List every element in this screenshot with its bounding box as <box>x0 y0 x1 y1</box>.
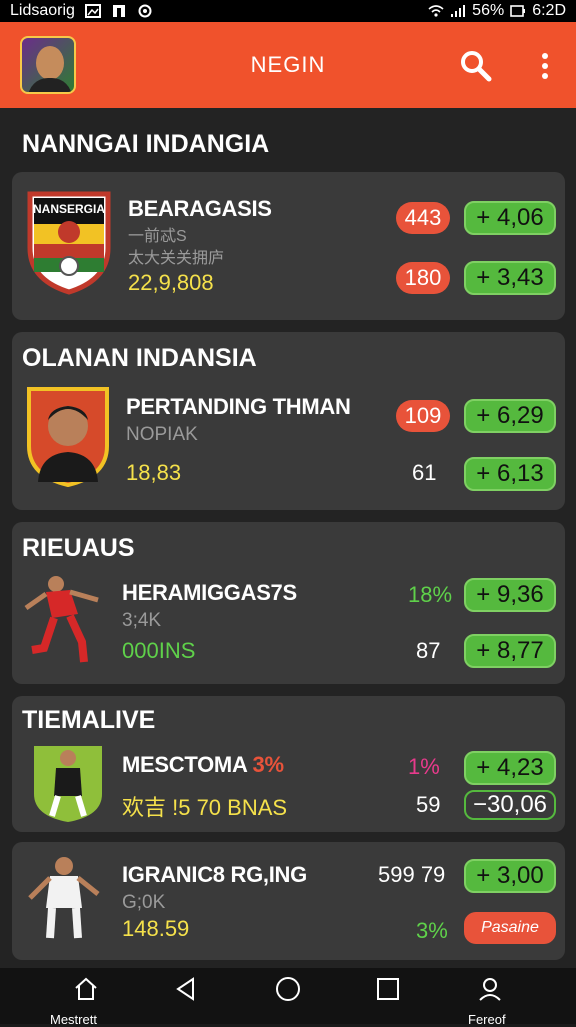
item-value: 000INS <box>122 638 196 663</box>
player-photo <box>28 857 100 939</box>
section-title: NANNGAI INDANGIA <box>22 130 270 158</box>
status-bar: Lidsaorig 56% 6:2D <box>0 0 576 22</box>
item-value: 18,83 <box>126 460 182 485</box>
count-value: 61 <box>412 460 437 485</box>
battery-percent: 56% <box>472 2 505 19</box>
item-name: MESCTOMA 3% <box>122 752 284 778</box>
change-pill[interactable]: + 3,43 <box>464 261 556 295</box>
item-name-percent: 3% <box>252 752 285 777</box>
clock: 6:2D <box>532 2 566 19</box>
section-title: TIEMALIVE <box>22 706 156 734</box>
change-pill[interactable]: + 8,77 <box>464 634 556 668</box>
change-pill[interactable]: + 3,00 <box>464 859 556 893</box>
percent-value: 18% <box>408 582 453 607</box>
item-sub: 一前忒S <box>128 228 187 245</box>
team-crest-icon: NANSERGIA <box>27 191 111 295</box>
search-icon[interactable] <box>458 48 494 84</box>
item-sub-2: 太大关关拥庐 <box>128 250 225 267</box>
profile-icon <box>479 978 501 1001</box>
app-bar: NEGIN <box>0 22 576 108</box>
carrier-label: Lidsaorig <box>10 2 75 19</box>
action-pill-label: Pasaine <box>481 919 539 936</box>
rank-badge: 109 <box>396 400 450 432</box>
image-icon <box>84 4 101 18</box>
signal-icon <box>451 5 466 17</box>
item-sub: G;0K <box>122 892 166 913</box>
change-pill[interactable]: + 6,13 <box>464 457 556 491</box>
change-pill[interactable]: + 6,29 <box>464 399 556 433</box>
main-content: NANNGAI INDANGIA NANSERGIA BEARAGASIS 一前… <box>0 108 576 968</box>
list-item[interactable]: NANSERGIA BEARAGASIS 一前忒S 太大关关拥庐 22,9,80… <box>12 172 565 320</box>
player-photo <box>34 746 102 822</box>
bottom-nav: Mestrett Fereof <box>0 968 576 1027</box>
player-photo <box>24 576 99 663</box>
nav-home-label: Mestrett <box>50 1012 97 1027</box>
crest-text: NANSERGIA <box>33 202 105 216</box>
recent-apps-icon <box>377 978 399 1000</box>
change-pill[interactable]: + 4,23 <box>464 751 556 785</box>
item-name-text: MESCTOMA <box>122 752 247 777</box>
home-circle-icon <box>276 977 300 1001</box>
nav-back[interactable] <box>166 976 206 1016</box>
change-pill[interactable]: + 9,36 <box>464 578 556 612</box>
list-item[interactable]: TIEMALIVE MESCTOMA 3% 欢吉 !5 70 BNAS 1% +… <box>12 696 565 832</box>
count-value: 87 <box>416 638 441 663</box>
home-icon <box>75 977 97 1000</box>
percent-value: 1% <box>408 754 440 779</box>
more-vertical-icon[interactable] <box>530 48 560 84</box>
item-value: 22,9,808 <box>128 270 214 295</box>
item-name: HERAMIGGAS7S <box>122 580 297 605</box>
change-pill-negative[interactable]: −30,06 <box>464 790 556 820</box>
item-value: 欢吉 !5 70 BNAS <box>122 795 288 820</box>
nav-profile[interactable] <box>470 976 510 1016</box>
list-item[interactable]: OLANAN INDANSIA PERTANDING THMAN NOPIAK … <box>12 332 565 510</box>
nav-home-circle[interactable] <box>268 976 308 1016</box>
item-name: IGRANIC8 RG,ING <box>122 862 307 887</box>
change-pill[interactable]: + 4,06 <box>464 201 556 235</box>
item-sub: 3;4K <box>122 610 162 631</box>
notification-icon <box>112 5 125 17</box>
item-value: 148.59 <box>122 916 190 941</box>
nav-home[interactable] <box>66 976 106 1016</box>
percent-value: 3% <box>416 918 448 943</box>
sync-icon <box>138 4 152 18</box>
item-sub: NOPIAK <box>126 424 198 445</box>
count-value: 599 79 <box>378 862 446 887</box>
list-item[interactable]: IGRANIC8 RG,ING G;0K 148.59 599 79 + 3,0… <box>12 842 565 960</box>
back-icon <box>176 977 194 1001</box>
item-name: PERTANDING THMAN <box>126 394 351 419</box>
rank-badge: 443 <box>396 202 450 234</box>
rank-badge: 180 <box>396 262 450 294</box>
player-photo <box>27 387 109 488</box>
action-pill[interactable]: Pasaine <box>464 912 556 944</box>
section-title: OLANAN INDANSIA <box>22 344 257 372</box>
list-item[interactable]: RIEUAUS HERAMIGGAS7S 3;4K 000INS 18% + 9… <box>12 522 565 684</box>
wifi-icon <box>428 5 444 17</box>
section-title: RIEUAUS <box>22 534 135 562</box>
item-name: BEARAGASIS <box>128 196 272 221</box>
nav-recent[interactable] <box>368 976 408 1016</box>
count-value: 59 <box>416 792 441 817</box>
battery-icon <box>510 5 526 17</box>
nav-profile-label: Fereof <box>468 1012 506 1027</box>
